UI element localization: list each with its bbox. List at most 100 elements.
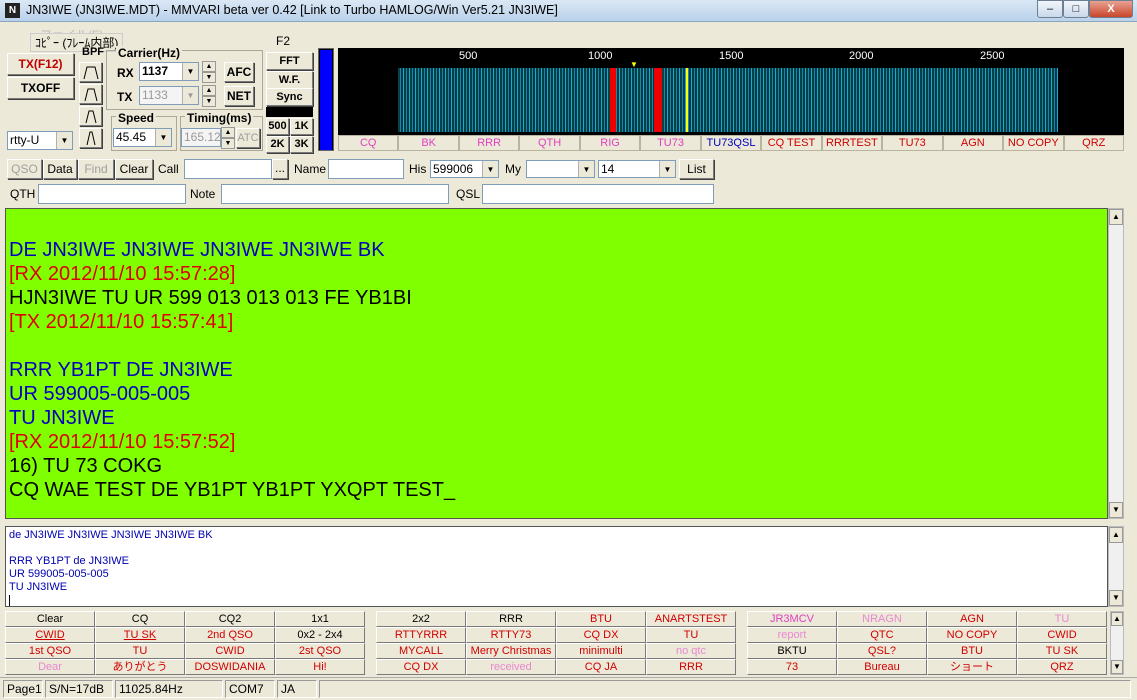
macro-button[interactable]: TU <box>95 643 185 659</box>
macro-button[interactable]: RTTYRRR <box>376 627 466 643</box>
macro-button[interactable]: Merry Christmas <box>466 643 556 659</box>
quick-macro-button[interactable]: NO COPY <box>1003 135 1064 151</box>
note-field[interactable] <box>221 184 449 204</box>
waterfall-button[interactable]: W.F. <box>266 71 313 89</box>
list-button[interactable]: List <box>679 159 714 179</box>
call-field[interactable] <box>184 159 272 179</box>
macro-button[interactable]: ANARTSTEST <box>646 611 736 627</box>
quick-macro-button[interactable]: BK <box>398 135 459 151</box>
macro-scrollbar[interactable]: ▲ ▼ <box>1110 611 1124 675</box>
macro-button[interactable]: AGN <box>927 611 1017 627</box>
quick-macro-button[interactable]: CQ TEST <box>761 135 822 151</box>
atc-button[interactable]: ATC <box>236 128 260 148</box>
qsl-field[interactable] <box>482 184 714 204</box>
maximize-button[interactable]: □ <box>1063 0 1089 18</box>
bpf-filter-2-button[interactable] <box>79 84 102 104</box>
macro-button[interactable]: 73 <box>747 659 837 675</box>
mode-select[interactable]: rtty-U ▼ <box>7 131 73 150</box>
macro-button[interactable]: received <box>466 659 556 675</box>
macro-button[interactable]: 2st QSO <box>275 643 365 659</box>
macro-button[interactable]: BKTU <box>747 643 837 659</box>
macro-button[interactable]: QTC <box>837 627 927 643</box>
macro-button[interactable]: CQ JA <box>556 659 646 675</box>
tx-text-pane[interactable]: de JN3IWE JN3IWE JN3IWE JN3IWE BK RRR YB1… <box>5 526 1108 607</box>
macro-button[interactable]: RTTY73 <box>466 627 556 643</box>
macro-button[interactable]: TU SK <box>1017 643 1107 659</box>
bpf-filter-1-button[interactable] <box>79 62 102 82</box>
macro-button[interactable]: ショート <box>927 659 1017 675</box>
macro-button[interactable]: DOSWIDANIA <box>185 659 275 675</box>
macro-button[interactable]: BTU <box>556 611 646 627</box>
name-field[interactable] <box>328 159 404 179</box>
macro-button[interactable]: 1st QSO <box>5 643 95 659</box>
quick-macro-button[interactable]: QRZ <box>1063 135 1124 151</box>
macro-button[interactable]: MYCALL <box>376 643 466 659</box>
scroll-down-icon[interactable]: ▼ <box>1109 502 1123 518</box>
speed-select[interactable]: 45.45 ▼ <box>113 128 172 147</box>
quick-macro-button[interactable]: QTH <box>519 135 580 151</box>
quick-macro-button[interactable]: TU73 <box>882 135 943 151</box>
data-button[interactable]: Data <box>43 159 77 179</box>
macro-button[interactable]: CWID <box>185 643 275 659</box>
macro-button[interactable]: TU <box>1017 611 1107 627</box>
macro-button[interactable]: Dear <box>5 659 95 675</box>
timing-field[interactable]: 165.12 <box>181 128 221 147</box>
txoff-button[interactable]: TXOFF <box>7 77 74 99</box>
net-button[interactable]: NET <box>224 86 254 106</box>
macro-button[interactable]: JR3MCV <box>747 611 837 627</box>
band-select[interactable]: 14 ▼ <box>598 160 676 178</box>
macro-button[interactable]: CQ DX <box>376 659 466 675</box>
bw-500-button[interactable]: 500 <box>266 118 289 135</box>
macro-button[interactable]: RRR <box>466 611 556 627</box>
sync-button[interactable]: Sync <box>266 88 313 106</box>
tx-scrollbar[interactable]: ▲ ▼ <box>1108 526 1124 607</box>
scroll-down-icon[interactable]: ▼ <box>1111 660 1123 674</box>
macro-button[interactable]: QRZ <box>1017 659 1107 675</box>
bw-1k-button[interactable]: 1K <box>290 118 313 135</box>
scroll-up-icon[interactable]: ▲ <box>1109 209 1123 225</box>
bpf-filter-3-button[interactable] <box>79 106 102 126</box>
afc-button[interactable]: AFC <box>224 62 254 82</box>
tx-freq-spinner[interactable]: ▲ ▼ <box>202 85 216 107</box>
clear-log-button[interactable]: Clear <box>115 159 153 179</box>
qth-field[interactable] <box>38 184 186 204</box>
tx-button[interactable]: TX(F12) <box>7 53 74 75</box>
macro-button[interactable]: NO COPY <box>927 627 1017 643</box>
quick-macro-button[interactable]: CQ <box>338 135 399 151</box>
macro-button[interactable]: TU SK <box>95 627 185 643</box>
rx-text-pane[interactable]: DE JN3IWE JN3IWE JN3IWE JN3IWE BK [RX 201… <box>5 208 1108 519</box>
macro-button[interactable]: CQ <box>95 611 185 627</box>
his-rst-select[interactable]: 599006 ▼ <box>430 160 499 178</box>
macro-button[interactable]: Hi! <box>275 659 365 675</box>
macro-button[interactable]: no qtc <box>646 643 736 659</box>
macro-button[interactable]: 2nd QSO <box>185 627 275 643</box>
macro-button[interactable]: NRAGN <box>837 611 927 627</box>
macro-button[interactable]: BTU <box>927 643 1017 659</box>
scroll-up-icon[interactable]: ▲ <box>1111 612 1123 626</box>
macro-button[interactable]: CQ2 <box>185 611 275 627</box>
bpf-filter-4-button[interactable] <box>79 128 102 148</box>
bw-3k-button[interactable]: 3K <box>290 136 313 153</box>
quick-macro-button[interactable]: TU73QSL <box>700 135 762 151</box>
minimize-button[interactable]: – <box>1037 0 1063 18</box>
macro-button[interactable]: report <box>747 627 837 643</box>
timing-spinner[interactable]: ▲ ▼ <box>221 127 235 149</box>
rx-freq-spinner[interactable]: ▲ ▼ <box>202 61 216 83</box>
quick-macro-button[interactable]: TU73 <box>640 135 701 151</box>
scroll-up-icon[interactable]: ▲ <box>1109 527 1123 543</box>
rx-scrollbar[interactable]: ▲ ▼ <box>1108 208 1124 519</box>
macro-button[interactable]: 1x1 <box>275 611 365 627</box>
quick-macro-button[interactable]: AGN <box>942 135 1004 151</box>
macro-button[interactable]: RRR <box>646 659 736 675</box>
macro-button[interactable]: 0x2 - 2x4 <box>275 627 365 643</box>
close-button[interactable]: X <box>1089 0 1133 18</box>
macro-button[interactable]: CWID <box>1017 627 1107 643</box>
bw-2k-button[interactable]: 2K <box>266 136 289 153</box>
quick-macro-button[interactable]: RIG <box>579 135 641 151</box>
quick-macro-button[interactable]: RRRTEST <box>821 135 883 151</box>
macro-button[interactable]: CQ DX <box>556 627 646 643</box>
fft-button[interactable]: FFT <box>266 52 313 70</box>
call-lookup-button[interactable]: ... <box>272 159 288 179</box>
scroll-down-icon[interactable]: ▼ <box>1109 590 1123 606</box>
tx-freq-select[interactable]: 1133 ▼ <box>139 86 199 105</box>
